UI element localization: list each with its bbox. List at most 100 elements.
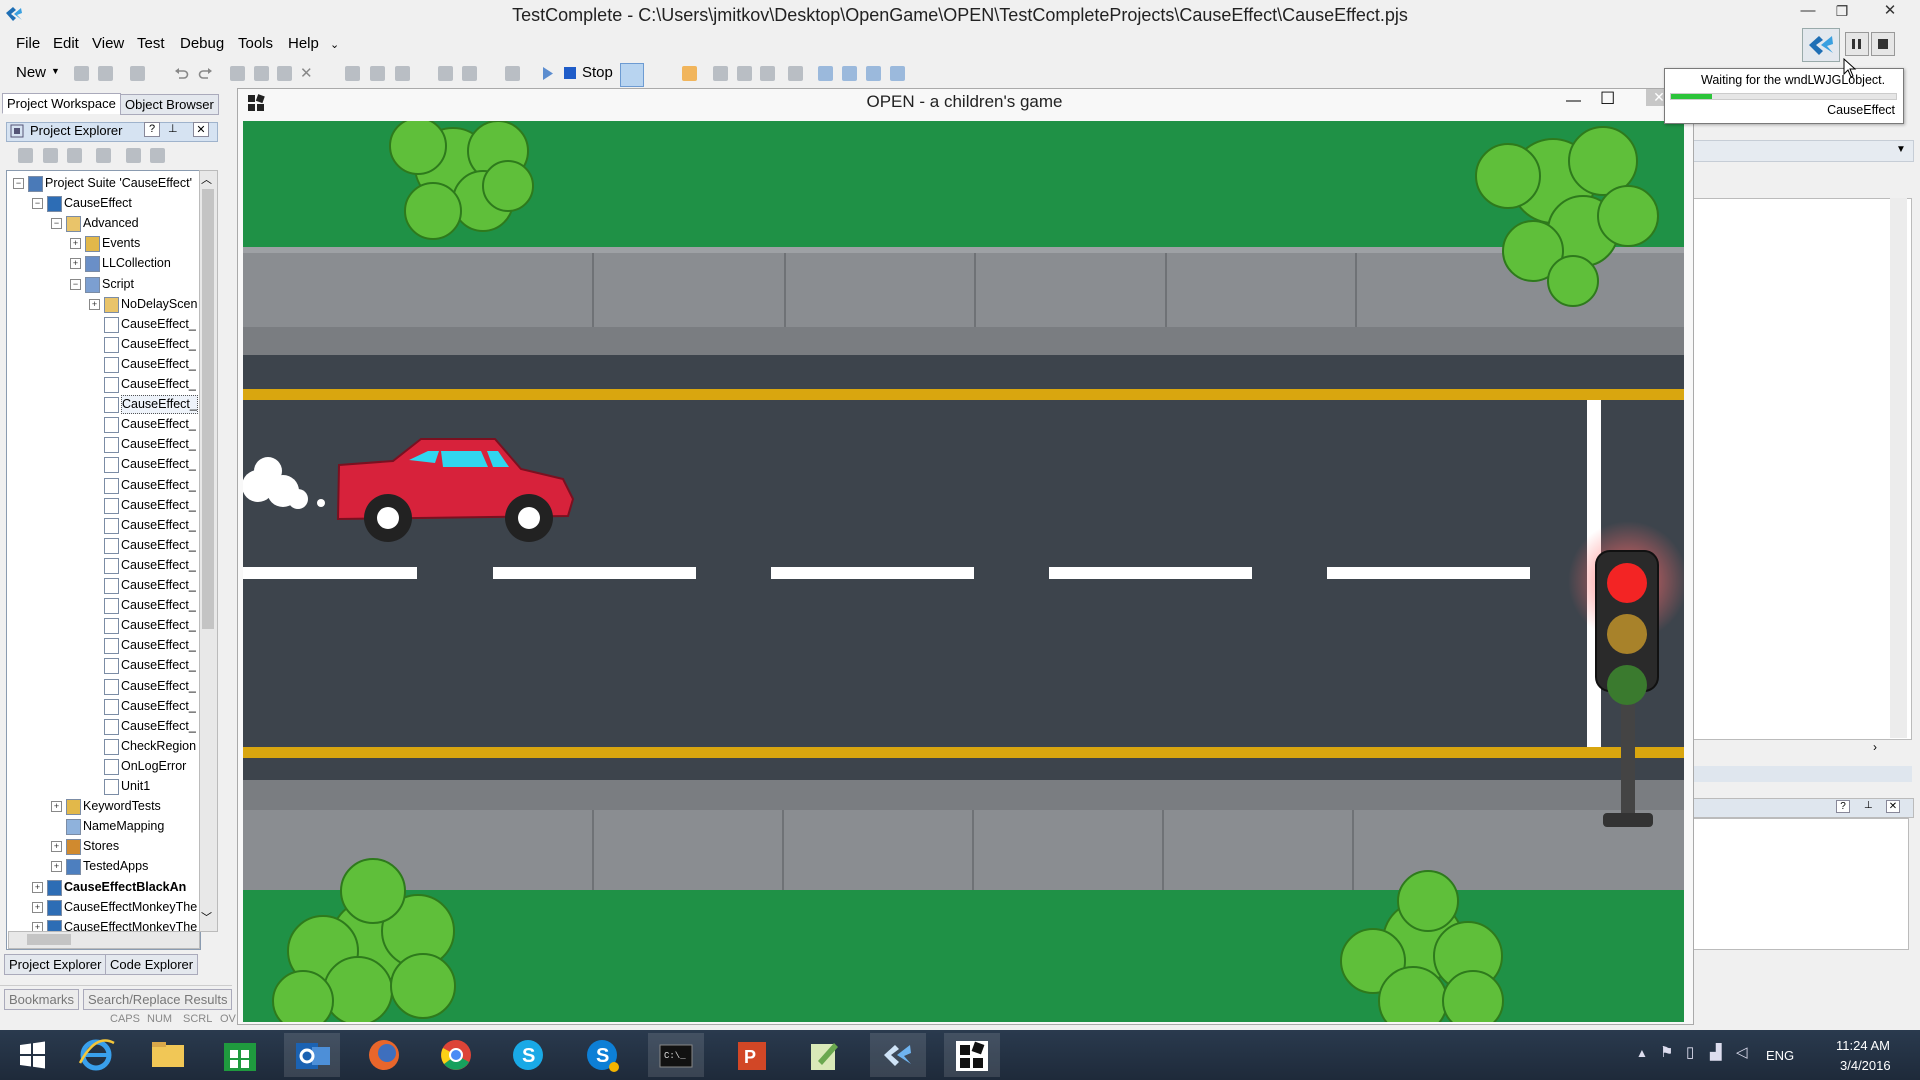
clock-time[interactable]: 11:24 AM [1836, 1038, 1890, 1053]
pin-panel-icon[interactable]: ⊥ [168, 122, 178, 135]
menu-help[interactable]: Help [288, 35, 319, 52]
toggle-breakpoint-icon[interactable] [788, 66, 803, 81]
window-3-icon[interactable] [866, 66, 881, 81]
file-explorer-icon[interactable] [140, 1033, 196, 1077]
store-icon[interactable] [212, 1033, 268, 1077]
menu-tools[interactable]: Tools [238, 35, 273, 52]
skype-business-icon[interactable]: S [574, 1033, 630, 1077]
tab-object-browser[interactable]: Object Browser [120, 94, 219, 115]
undo-icon[interactable] [174, 66, 189, 81]
expand-icon[interactable]: + [89, 298, 100, 310]
window-1-icon[interactable] [818, 66, 833, 81]
tree-scrollbar[interactable] [199, 170, 218, 932]
tree-hscrollbar[interactable] [8, 931, 200, 949]
tab-bookmarks[interactable]: Bookmarks [4, 989, 80, 1010]
stop-playback-button[interactable] [1871, 32, 1895, 56]
open-icon[interactable] [74, 66, 89, 81]
right-scrollbar[interactable] [1890, 198, 1907, 738]
step-over-icon[interactable] [737, 66, 752, 81]
explorer-tool-4-icon[interactable] [96, 148, 111, 163]
stop-icon[interactable] [564, 67, 576, 79]
expand-icon[interactable]: + [70, 238, 81, 250]
checkpoint-icon[interactable] [438, 66, 453, 81]
scroll-up-icon[interactable]: ︿ [201, 171, 212, 187]
tab-project-workspace[interactable]: Project Workspace [2, 93, 121, 114]
ie-icon[interactable] [68, 1033, 124, 1077]
network-icon[interactable]: ▟ [1710, 1043, 1722, 1061]
save-all-icon[interactable] [130, 66, 145, 81]
run-options-icon[interactable] [505, 66, 520, 81]
delete-icon[interactable]: ✕ [300, 66, 315, 81]
testcomplete-icon[interactable] [870, 1033, 926, 1077]
game-minimize-button[interactable]: — [1566, 92, 1581, 109]
maximize-button[interactable]: ❐ [1822, 0, 1862, 22]
new-button[interactable]: New [16, 64, 46, 81]
game-maximize-button[interactable]: ☐ [1600, 89, 1615, 109]
start-icon[interactable] [4, 1033, 60, 1077]
menu-file[interactable]: File [16, 35, 40, 52]
explorer-tool-6-icon[interactable] [150, 148, 165, 163]
collapse-icon[interactable]: − [51, 218, 62, 230]
menu-edit[interactable]: Edit [53, 35, 79, 52]
explorer-tool-2-icon[interactable] [43, 148, 58, 163]
expand-icon[interactable]: + [32, 881, 43, 893]
menu-overflow-icon[interactable]: ⌄ [330, 38, 339, 51]
paste-icon[interactable] [277, 66, 292, 81]
notepad-icon[interactable] [796, 1033, 852, 1077]
menu-test[interactable]: Test [137, 35, 165, 52]
record-icon[interactable] [345, 66, 360, 81]
game-canvas[interactable] [243, 121, 1684, 1022]
explorer-tool-3-icon[interactable] [67, 148, 82, 163]
close-panel-icon-2[interactable]: ✕ [1886, 800, 1900, 813]
close-button[interactable]: ✕ [1870, 0, 1910, 22]
record-object-icon[interactable] [370, 66, 385, 81]
menu-view[interactable]: View [92, 35, 124, 52]
expand-icon[interactable]: + [70, 258, 81, 270]
chevron-right-icon[interactable]: › [1873, 740, 1877, 754]
right-panel-splitter[interactable] [1692, 766, 1912, 782]
tab-code-explorer[interactable]: Code Explorer [105, 954, 199, 975]
object-spy-icon[interactable] [395, 66, 410, 81]
step-out-icon[interactable] [760, 66, 775, 81]
scroll-down-icon[interactable]: ﹀ [201, 909, 212, 925]
chrome-icon[interactable] [428, 1033, 484, 1077]
tab-search-replace[interactable]: Search/Replace Results [83, 989, 233, 1010]
run-icon[interactable] [540, 66, 555, 81]
skype-icon[interactable]: S [500, 1033, 556, 1077]
pause-playback-button[interactable] [1845, 32, 1869, 56]
copy-icon[interactable] [254, 66, 269, 81]
collapse-icon[interactable]: − [70, 278, 81, 290]
collapse-icon[interactable]: − [32, 198, 43, 210]
expand-icon[interactable]: + [51, 841, 62, 853]
close-panel-icon[interactable]: ✕ [193, 122, 209, 137]
checkpoint-dropdown-icon[interactable] [462, 66, 477, 81]
help-icon-2[interactable]: ? [1836, 800, 1850, 813]
powerpoint-icon[interactable]: P [724, 1033, 780, 1077]
redo-icon[interactable] [198, 66, 213, 81]
pause-on-error-toggle[interactable] [620, 63, 644, 87]
pin-panel-icon-2[interactable]: ⊥ [1864, 800, 1873, 811]
game-icon[interactable] [944, 1033, 1000, 1077]
help-icon[interactable]: ? [144, 122, 160, 137]
stop-button[interactable]: Stop [582, 64, 613, 81]
menu-debug[interactable]: Debug [180, 35, 224, 52]
expand-icon[interactable]: + [32, 901, 43, 913]
clock-date[interactable]: 3/4/2016 [1840, 1058, 1891, 1073]
volume-icon[interactable]: ◁ [1736, 1043, 1748, 1061]
cmd-icon[interactable]: C:\_ [648, 1033, 704, 1077]
tab-project-explorer[interactable]: Project Explorer [4, 954, 107, 975]
battery-icon[interactable]: ▯ [1686, 1043, 1694, 1061]
explorer-tool-5-icon[interactable] [126, 148, 141, 163]
cut-icon[interactable] [230, 66, 245, 81]
collapse-icon[interactable]: − [13, 178, 24, 189]
window-4-icon[interactable] [890, 66, 905, 81]
explorer-tool-1-icon[interactable] [18, 148, 33, 163]
outlook-icon[interactable] [284, 1033, 340, 1077]
window-2-icon[interactable] [842, 66, 857, 81]
flag-icon[interactable]: ⚑ [1660, 1043, 1673, 1061]
save-icon[interactable] [98, 66, 113, 81]
expand-icon[interactable]: + [51, 801, 62, 813]
language-indicator[interactable]: ENG [1766, 1048, 1794, 1063]
new-dropdown-icon[interactable]: ▼ [51, 66, 60, 76]
chevron-down-icon[interactable]: ▼ [1896, 144, 1906, 155]
